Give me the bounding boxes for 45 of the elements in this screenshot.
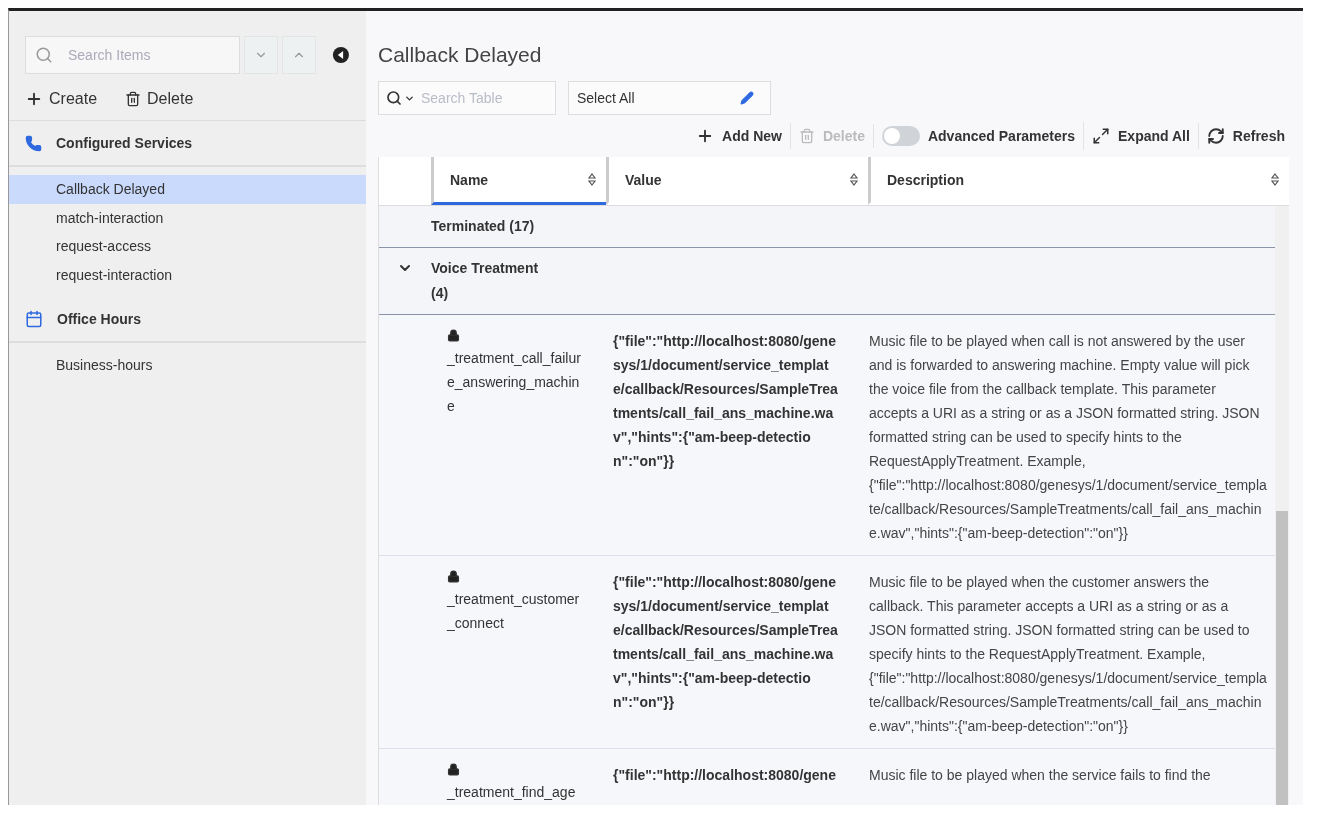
sort-icon xyxy=(1271,173,1279,186)
sidebar-item[interactable]: match-interaction xyxy=(9,203,366,232)
sidebar-item[interactable]: request-interaction xyxy=(9,260,366,289)
add-button[interactable]: Add New xyxy=(688,123,791,149)
refresh-icon xyxy=(1206,127,1225,145)
parameter-description: Music file to be played when call is not answered by the user and is forwarded to answering machine. Empty value will pick the voice file from the callback template. This parameter accepts a URI as a string or as a JSON formatted string. JSON formatted string can be used to specify hints to the RequestApplyTreatment. Example, {"file":"http://localhost:8080/genesys/1/document/service_template/callback/Resources/SampleTreatments/call_fail_ans_machine.wav","hints":{"am-beep-detection":"on"}} xyxy=(869,332,1267,543)
create-button[interactable]: Create xyxy=(25,90,98,108)
expand-button[interactable]: Expand All xyxy=(1084,123,1199,149)
group-row[interactable]: Terminated (17) xyxy=(379,206,1275,248)
table-search-field[interactable]: Search Table xyxy=(378,81,556,115)
group-row[interactable]: Voice Treatment (4) xyxy=(379,248,1275,315)
parameter-value: {"file":"http://localhost:8080/gene xyxy=(613,766,837,785)
parameter-value: {"file":"http://localhost:8080/genesys/1/document/service_template/callback/Resources/SampleTreatments/call_fail_ans_machine.wav","hints":{"am-beep-detection":"on"}} xyxy=(613,332,839,471)
pencil-icon xyxy=(740,91,754,105)
parameter-description: Music file to be played when the customer answers the callback. This parameter accepts a URI as a string or as a JSON formatted string. JSON formatted string can be used to specify hints to the RequestApplyTreatment. Example, {"file":"http://localhost:8080/genesys/1/document/service_template/callback/Resources/SampleTreatments/call_fail_ans_machine.wav","hints":{"am-beep-detection":"on"}} xyxy=(869,573,1267,736)
group-label: Terminated (17) xyxy=(431,217,536,236)
delete-button[interactable]: Delete xyxy=(125,90,194,108)
sort-icon xyxy=(588,173,596,186)
parameter-value: {"file":"http://localhost:8080/genesys/1/document/service_template/callback/Resources/SampleTreatments/call_fail_ans_machine.wav","hints":{"am-beep-detection":"on"}} xyxy=(613,573,839,712)
search-icon xyxy=(386,90,402,106)
search-field[interactable]: Search Items xyxy=(25,36,240,74)
previous-button[interactable] xyxy=(282,36,317,74)
advanced-parameters-toggle[interactable]: Advanced Parameters xyxy=(873,122,1085,150)
sidebar-item[interactable]: Callback Delayed xyxy=(9,175,366,204)
parameter-description: Music file to be played when the service fails to find the xyxy=(869,766,1212,785)
sidebar-item[interactable]: request-access xyxy=(9,232,366,261)
scrollbar[interactable] xyxy=(1275,206,1289,805)
group-label: Voice Treatment (4) xyxy=(431,259,540,303)
refresh-button[interactable]: Refresh xyxy=(1198,123,1293,149)
page-title: Callback Delayed xyxy=(378,42,543,68)
expand-icon xyxy=(1092,127,1111,145)
parameter-name: _treatment_customer_connect xyxy=(447,590,581,633)
plus-icon xyxy=(25,90,43,108)
search-icon xyxy=(35,46,53,64)
parameter-name: _treatment_call_failure_answering_machine xyxy=(447,349,581,416)
collapse-icon[interactable] xyxy=(332,45,350,65)
calendar-icon xyxy=(25,310,43,328)
sidebar-item[interactable]: Business-hours xyxy=(9,351,366,380)
sort-icon xyxy=(850,173,858,186)
trash-icon xyxy=(798,128,815,144)
phone-icon xyxy=(25,134,42,152)
parameter-name: _treatment_find_age xyxy=(447,783,576,802)
next-button[interactable] xyxy=(244,36,279,74)
select-all-field[interactable]: Select All xyxy=(568,81,771,115)
trash-icon xyxy=(125,91,142,107)
